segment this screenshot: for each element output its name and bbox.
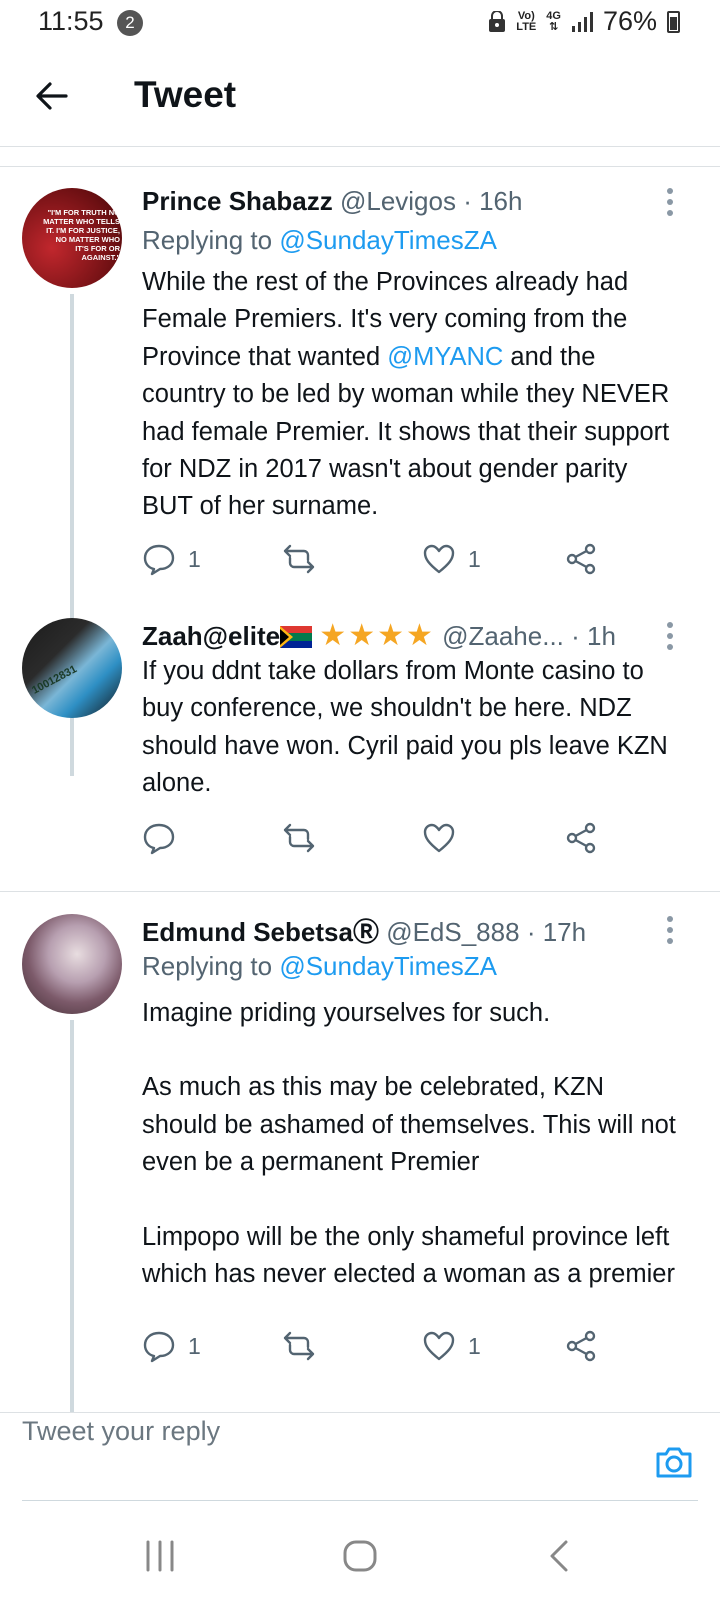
reply-bar-divider (0, 1412, 720, 1413)
reply-action[interactable]: 1 (142, 542, 201, 576)
avatar[interactable]: "I'M FOR TRUTH NO MATTER WHO TELLS IT. I… (22, 188, 122, 288)
author-name[interactable]: Edmund Sebetsa (142, 917, 353, 947)
retweet-action[interactable] (282, 542, 316, 576)
tweet-header: Edmund SebetsaⓇ @EdS_888 · 17h (142, 912, 586, 949)
replying-to: Replying to @SundayTimesZA (142, 951, 497, 981)
heart-icon (423, 823, 455, 853)
share-action[interactable] (564, 1329, 598, 1363)
tweet-header: Prince Shabazz @Levigos · 16h (142, 186, 522, 217)
avatar[interactable] (22, 914, 122, 1014)
heart-icon (423, 544, 455, 574)
reply-input[interactable]: Tweet your reply (22, 1416, 220, 1447)
tweet-item[interactable]: Edmund SebetsaⓇ @EdS_888 · 17h Replying … (0, 892, 720, 1412)
home-icon[interactable] (340, 1536, 380, 1576)
tweet-time: · 16h (463, 186, 523, 216)
volte-indicator: Vo) LTE (516, 9, 537, 33)
like-action[interactable] (422, 821, 468, 855)
network-gen-icon: 4G ⇅ (546, 9, 561, 33)
more-options-icon[interactable] (666, 916, 674, 944)
mention-link[interactable]: @MYANC (387, 343, 503, 371)
author-handle[interactable]: @EdS_888 (386, 917, 519, 947)
reply-icon (143, 544, 175, 576)
share-icon (566, 822, 596, 854)
back-arrow-icon[interactable] (34, 78, 70, 114)
status-time: 11:55 (38, 6, 104, 36)
tweet-item[interactable]: 10012831 Zaah@elite ★★★★ @Zaahe... · 1h … (0, 610, 720, 876)
header-divider (0, 146, 720, 147)
author-name[interactable]: Zaah@elite (142, 621, 280, 651)
recent-apps-icon[interactable] (140, 1536, 180, 1576)
avatar-banknote-text: 10012831 (30, 663, 79, 697)
like-action[interactable]: 1 (422, 1329, 481, 1363)
retweet-icon (283, 823, 315, 853)
camera-icon[interactable] (654, 1442, 694, 1482)
thread-line (70, 1020, 74, 1412)
page-title: Tweet (134, 74, 237, 115)
share-icon (566, 543, 596, 575)
share-action[interactable] (564, 542, 598, 576)
tweet-body: If you ddnt take dollars from Monte casi… (142, 657, 668, 798)
retweet-action[interactable] (282, 821, 316, 855)
reply-count: 1 (188, 1332, 201, 1359)
lock-icon (489, 10, 506, 32)
like-action[interactable]: 1 (422, 542, 481, 576)
registered-mark: Ⓡ (352, 917, 379, 947)
share-action[interactable] (564, 821, 598, 855)
tweet-body: While the rest of the Provinces already … (142, 268, 670, 521)
reply-action[interactable]: 1 (142, 1329, 201, 1363)
replying-to: Replying to @SundayTimesZA (142, 225, 497, 255)
reply-underline (22, 1500, 698, 1501)
like-count: 1 (468, 545, 481, 572)
replying-to-link[interactable]: @SundayTimesZA (279, 225, 497, 255)
retweet-icon (283, 544, 315, 574)
notification-count-badge: 2 (117, 10, 143, 36)
tweet-body: Imagine priding yourselves for such. As … (142, 999, 676, 1289)
tweet-time: · 1h (571, 621, 616, 651)
reply-action[interactable] (142, 821, 188, 855)
author-handle[interactable]: @Zaahe... (442, 621, 564, 651)
tweet-time: · 17h (526, 917, 587, 947)
retweet-icon (283, 1331, 315, 1361)
status-icons: Vo) LTE 4G ⇅ 76% (488, 6, 680, 37)
heart-icon (423, 1331, 455, 1361)
reply-icon (143, 1331, 175, 1363)
like-count: 1 (468, 1332, 481, 1359)
signal-icon (571, 11, 593, 32)
replying-to-link[interactable]: @SundayTimesZA (279, 951, 497, 981)
avatar-quote-text: "I'M FOR TRUTH NO MATTER WHO TELLS IT. I… (43, 208, 120, 262)
more-options-icon[interactable] (666, 188, 674, 216)
battery-percent: 76% (602, 6, 657, 36)
author-handle[interactable]: @Levigos (340, 186, 456, 216)
share-icon (566, 1330, 596, 1362)
reply-icon (143, 823, 175, 855)
battery-icon (667, 10, 680, 33)
reply-count: 1 (188, 545, 201, 572)
tweet-header: Zaah@elite ★★★★ @Zaahe... · 1h (142, 618, 616, 653)
south-africa-flag-icon (280, 626, 313, 648)
retweet-action[interactable] (282, 1329, 316, 1363)
star-rating: ★★★★ (319, 619, 435, 652)
avatar[interactable]: 10012831 (22, 618, 122, 718)
more-options-icon[interactable] (666, 622, 674, 650)
author-name[interactable]: Prince Shabazz (142, 186, 333, 216)
back-nav-icon[interactable] (540, 1536, 580, 1576)
